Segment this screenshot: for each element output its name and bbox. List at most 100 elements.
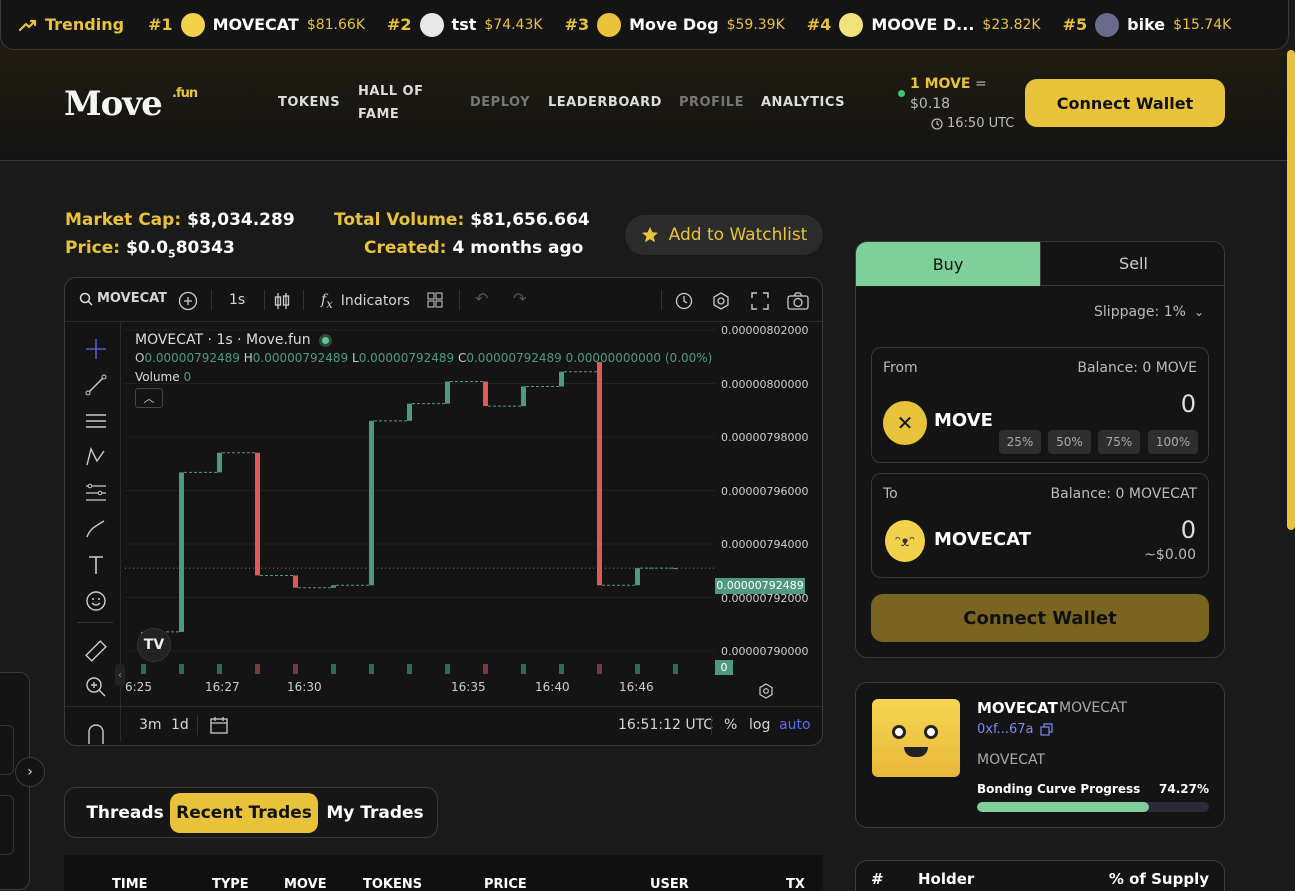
activity-tabs: Threads Recent Trades My Trades (64, 787, 438, 838)
layout-grid-icon[interactable] (427, 292, 443, 308)
text-tool-icon[interactable] (84, 553, 108, 577)
add-to-watchlist-button[interactable]: Add to Watchlist (625, 215, 823, 255)
trendline-icon[interactable] (84, 373, 108, 397)
nav-hall-of-fame[interactable]: HALL OF FAME (358, 80, 438, 126)
symbol-search[interactable]: MOVECAT (79, 291, 167, 306)
site-logo[interactable]: Move .fun (64, 84, 198, 124)
crosshair-icon[interactable] (84, 337, 108, 361)
collapse-toolbar-handle[interactable]: ‹ (115, 664, 125, 686)
trending-item[interactable]: #5 bike $15.74K (1063, 12, 1231, 37)
tab-recent-trades[interactable]: Recent Trades (170, 793, 318, 833)
nav-deploy[interactable]: DEPLOY (470, 91, 530, 114)
volume-bar (217, 664, 222, 674)
copy-icon[interactable] (1039, 723, 1053, 736)
pct-75-button[interactable]: 75% (1098, 430, 1140, 454)
candle (255, 452, 260, 576)
horizontal-lines-icon[interactable] (84, 409, 108, 433)
pattern-icon[interactable] (84, 445, 108, 469)
emoji-icon[interactable] (84, 589, 108, 613)
trending-item[interactable]: #1 MOVECAT $81.66K (148, 12, 365, 37)
total-volume: Total Volume: $81,656.664 (334, 210, 590, 230)
settings-icon[interactable] (711, 291, 731, 311)
trending-rank: #2 (387, 15, 412, 34)
swap-connect-wallet-button[interactable]: Connect Wallet (871, 594, 1209, 642)
tab-my-trades[interactable]: My Trades (323, 793, 427, 833)
page-scrollbar[interactable] (1287, 50, 1295, 530)
chart-clock[interactable]: 16:51:12 UTC (618, 717, 713, 733)
alert-clock-icon[interactable] (674, 291, 694, 311)
trending-rank: #4 (806, 15, 832, 34)
nav-tokens[interactable]: TOKENS (278, 91, 340, 114)
nav-leaderboard[interactable]: LEADERBOARD (548, 91, 662, 114)
swap-panel: Buy Sell Slippage: 1% ⌄ From Balance: 0 … (855, 241, 1225, 658)
token-ticker: MOVECAT (1059, 700, 1128, 716)
trending-value: $74.43K (484, 16, 543, 33)
candle (331, 585, 336, 588)
price-axis[interactable]: 0.00000802000 0.00000800000 0.00000798000 0… (715, 324, 820, 704)
live-status-dot (898, 90, 905, 97)
to-usd: ~$0.00 (1144, 547, 1196, 563)
camera-icon[interactable] (787, 292, 809, 310)
price-tick-label: 0.00000798000 (721, 431, 809, 444)
trending-bar: Trending #1 MOVECAT $81.66K #2 tst $74.43K #3 M… (0, 0, 1289, 50)
price-tick-label: 0.00000790000 (721, 645, 809, 658)
ruler-icon[interactable] (84, 639, 108, 663)
created: Created: 4 months ago (364, 238, 584, 258)
axis-settings-icon[interactable] (758, 683, 774, 699)
from-box: From Balance: 0 MOVE ✕ MOVE 0 25% 50% 75… (871, 347, 1209, 463)
auto-scale-toggle[interactable]: auto (779, 717, 811, 733)
trending-item[interactable]: #4 MOOVE D... $23.82K (806, 12, 1041, 37)
interval-selector[interactable]: 1s (229, 292, 245, 308)
trending-name: tst (451, 15, 477, 34)
compare-plus-icon[interactable] (178, 291, 198, 311)
nav-analytics[interactable]: ANALYTICS (761, 91, 845, 114)
fib-icon[interactable] (84, 481, 108, 505)
indicators-button[interactable]: fx Indicators (321, 292, 410, 311)
expand-drawer-button[interactable]: › (15, 757, 45, 787)
trending-value: $81.66K (306, 16, 365, 33)
trending-name: MOVECAT (212, 15, 299, 34)
sell-tab[interactable]: Sell (1040, 242, 1224, 286)
slippage-selector[interactable]: Slippage: 1% ⌄ (1094, 304, 1204, 320)
trending-item[interactable]: #2 tst $74.43K (387, 12, 543, 37)
pct-25-button[interactable]: 25% (999, 430, 1041, 454)
buy-tab[interactable]: Buy (856, 242, 1040, 286)
token-image (872, 699, 960, 777)
connect-wallet-button[interactable]: Connect Wallet (1025, 79, 1225, 127)
redo-icon[interactable]: ↷ (513, 289, 526, 308)
tradingview-logo: TV (137, 628, 171, 662)
date-range-icon[interactable] (209, 715, 229, 735)
from-amount-input[interactable]: 0 (1181, 390, 1196, 418)
candles-plot[interactable] (125, 324, 715, 674)
trending-label: Trending (19, 15, 124, 34)
range-3m[interactable]: 3m (139, 717, 162, 733)
candle (407, 403, 412, 421)
candle (635, 568, 640, 586)
pct-50-button[interactable]: 50% (1048, 430, 1091, 454)
trending-name: bike (1127, 15, 1166, 34)
percent-scale-toggle[interactable]: % (724, 717, 737, 733)
nav-profile[interactable]: PROFILE (679, 91, 744, 114)
candle (217, 452, 222, 473)
move-price-ticker: 1 MOVE = $0.18 16:50 UTC (898, 74, 1014, 134)
brush-icon[interactable] (84, 517, 108, 541)
log-scale-toggle[interactable]: log (749, 717, 770, 733)
token-avatar (419, 12, 444, 37)
range-1d[interactable]: 1d (171, 717, 189, 733)
volume-bar (293, 664, 298, 674)
pct-100-button[interactable]: 100% (1148, 430, 1198, 454)
time-tick-label: 6:25 (125, 680, 152, 694)
price-tick-label: 0.00000800000 (721, 377, 809, 391)
zoom-in-icon[interactable] (84, 675, 108, 699)
tab-threads[interactable]: Threads (75, 793, 175, 833)
candle (597, 361, 602, 586)
undo-icon[interactable]: ↶ (475, 289, 488, 308)
fullscreen-icon[interactable] (751, 292, 769, 310)
volume-bar (597, 664, 602, 674)
clock-icon (931, 118, 943, 130)
token-address[interactable]: 0xf...67a (977, 722, 1053, 737)
candles-icon[interactable] (273, 291, 291, 311)
candle (483, 381, 488, 407)
trending-item[interactable]: #3 Move Dog $59.39K (565, 12, 785, 37)
fx-icon: fx (321, 292, 333, 311)
